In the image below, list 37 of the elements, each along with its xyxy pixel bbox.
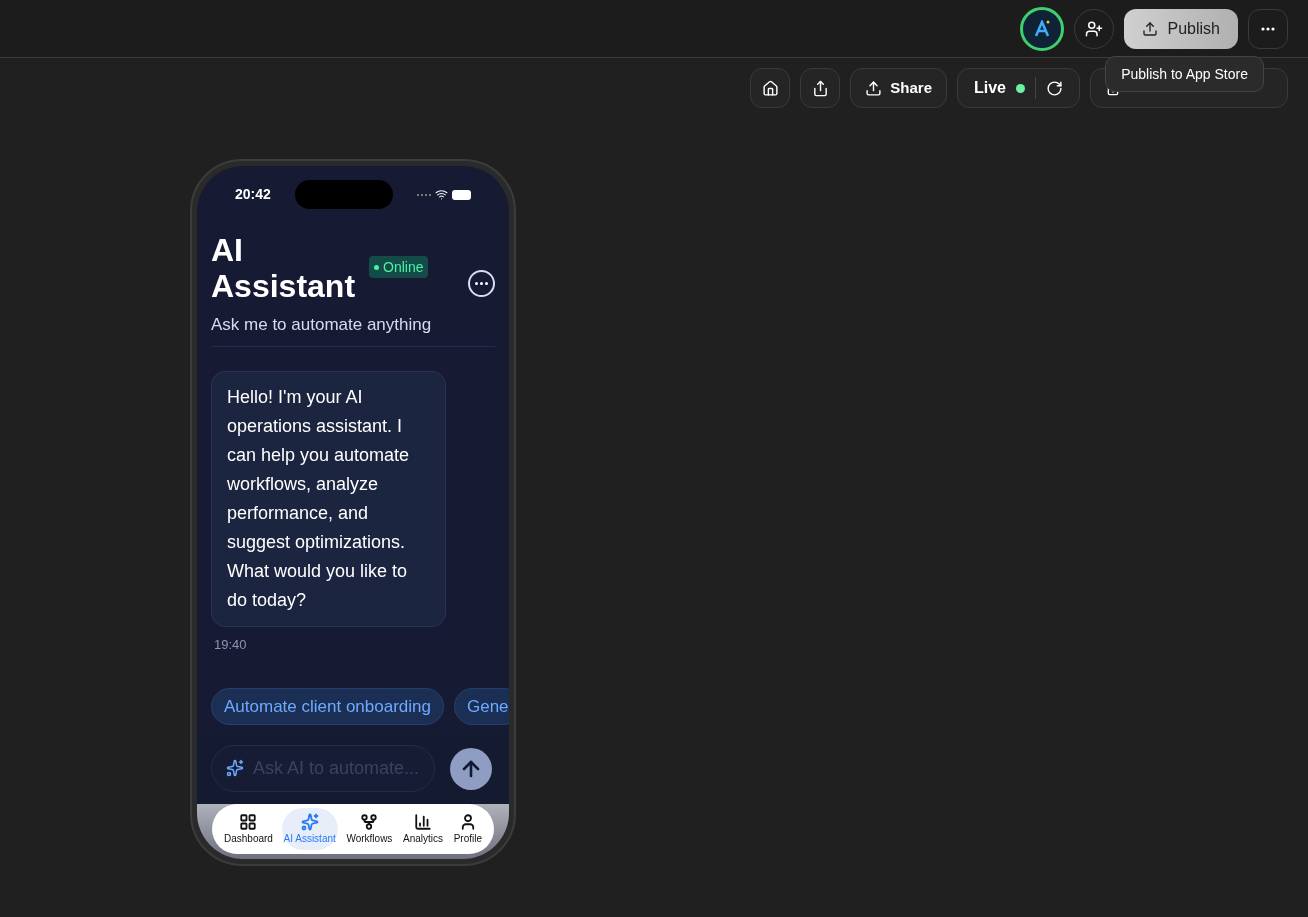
external-share-button[interactable] [800, 68, 841, 108]
tab-item[interactable]: Workflows [344, 808, 395, 850]
grid-icon [239, 812, 258, 831]
more-options-button[interactable] [468, 269, 495, 297]
suggestion-chip[interactable]: Automate client onboarding [211, 688, 444, 725]
more-icon [475, 281, 488, 285]
suggestion-chip[interactable]: Gene [454, 688, 509, 725]
share-button[interactable]: Share [850, 68, 947, 108]
fork-icon [360, 812, 379, 831]
tooltip: Publish to App Store [1105, 56, 1264, 92]
bar-chart-icon [414, 812, 432, 831]
screen-subtitle: Ask me to automate anything [210, 314, 433, 336]
more-icon [1261, 26, 1275, 31]
home-button[interactable] [750, 68, 791, 108]
publish-button[interactable]: Publish [1123, 8, 1238, 49]
add-user-icon [1084, 19, 1103, 38]
live-control[interactable]: Live [957, 68, 1080, 108]
sparkle-icon [226, 759, 244, 777]
message-time: 19:40 [213, 635, 248, 654]
home-icon [761, 79, 779, 97]
upload-icon [1141, 20, 1158, 37]
chat-bubble: Hello! I'm your AI operations assistant. I can help you automate workflows, analyze performance, and suggest optimizations. What would you like to do today? [211, 370, 446, 627]
refresh-icon[interactable] [1046, 79, 1063, 97]
tab-item[interactable]: Analytics [401, 808, 445, 850]
more-button[interactable] [1248, 8, 1288, 49]
online-badge: Online [369, 256, 429, 278]
tab-item[interactable]: Dashboard [222, 808, 275, 850]
screen-title: AI Assistant [211, 232, 357, 304]
status-icons [417, 188, 471, 201]
sparkle-icon [300, 812, 319, 831]
live-label: Live [974, 78, 1006, 98]
tab-item[interactable]: AI Assistant [281, 808, 338, 850]
upload-icon [865, 79, 883, 97]
status-time: 20:42 [235, 185, 271, 204]
send-button[interactable] [450, 747, 492, 790]
share-icon [811, 79, 829, 97]
tab-item[interactable]: Profile [451, 808, 484, 850]
